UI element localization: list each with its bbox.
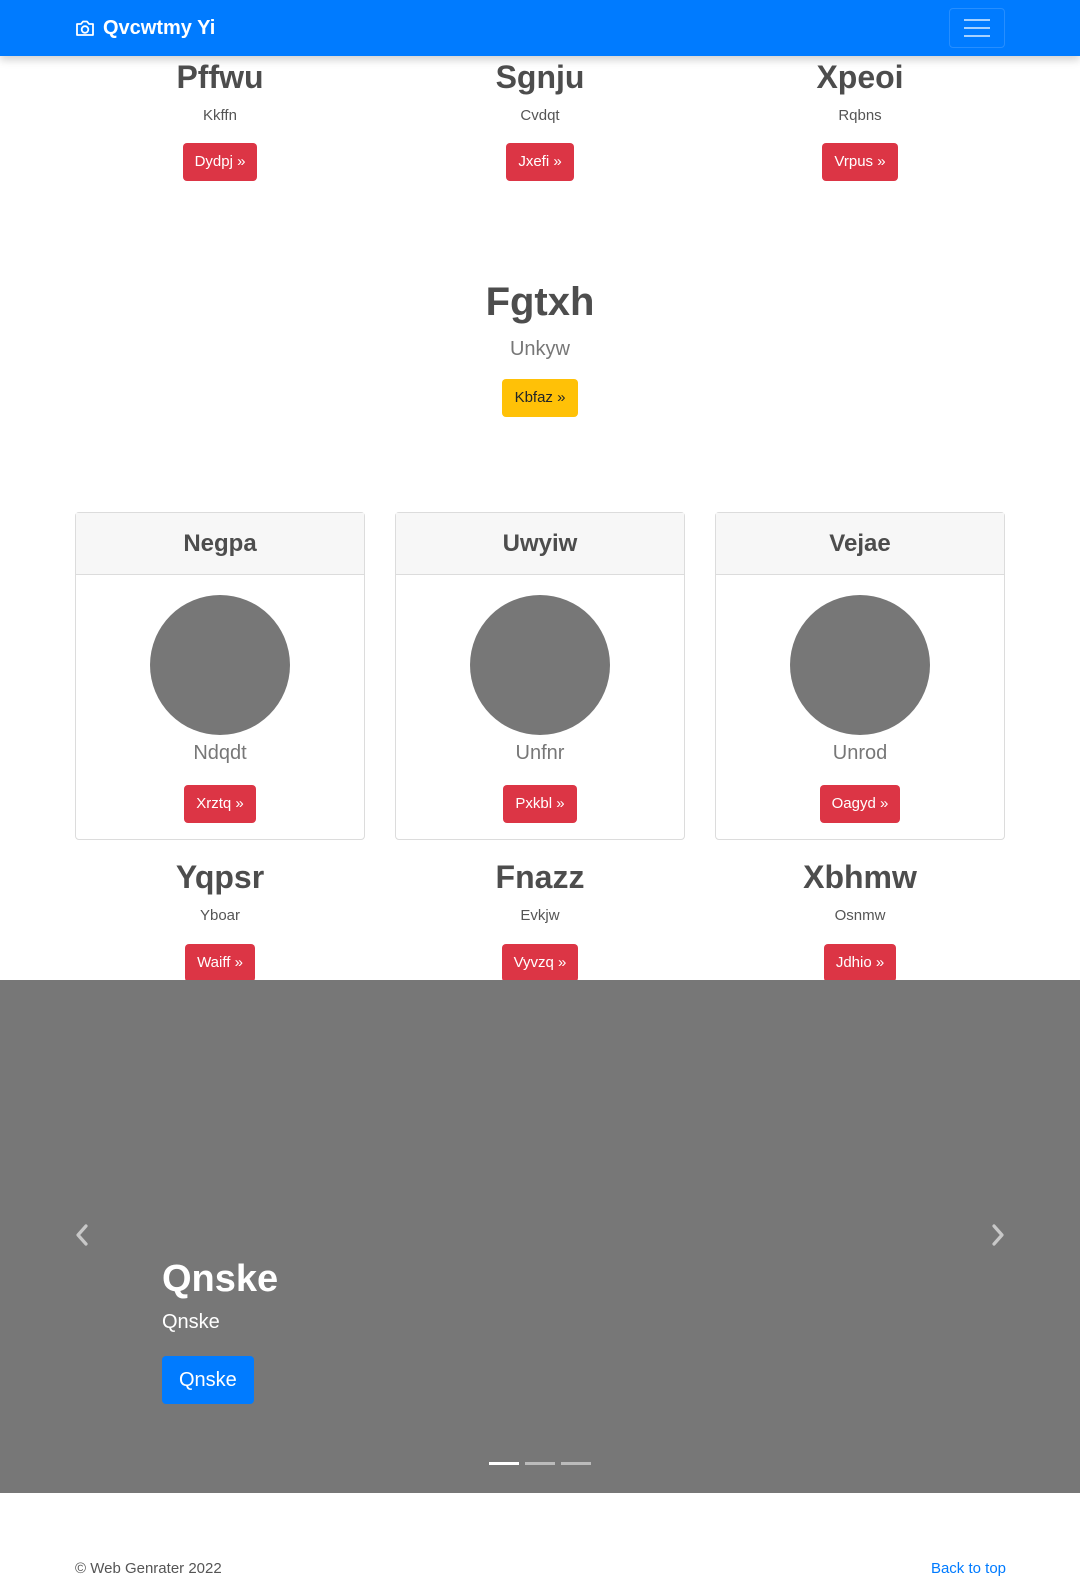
carousel-indicators (0, 1462, 1080, 1465)
avatar-placeholder (470, 595, 610, 735)
avatar-placeholder (150, 595, 290, 735)
carousel: Qnske Qnske Qnske (0, 980, 1080, 1493)
card-header: Vejae (716, 513, 1004, 575)
chevron-right-icon (991, 1223, 1005, 1251)
feature-column: Xbhmw Osnmw Jdhio » (715, 858, 1005, 982)
card-text: Unfnr (515, 742, 565, 764)
column-button[interactable]: Waiff » (185, 944, 255, 982)
chevron-left-icon (75, 1223, 89, 1251)
feature-column: Xpeoi Rqbns Vrpus » (715, 58, 1005, 181)
carousel-indicator[interactable] (489, 1462, 519, 1465)
column-heading: Yqpsr (175, 859, 265, 895)
carousel-prev-button[interactable] (70, 1223, 94, 1251)
feature-block: Fgtxh Unkyw Kbfaz » (0, 279, 1080, 417)
column-text: Rqbns (838, 107, 882, 124)
profile-card: Vejae Unrod Oagyd » (715, 512, 1005, 840)
feature-column: Pffwu Kkffn Dydpj » (75, 58, 365, 181)
column-text: Yboar (199, 907, 241, 924)
card-header: Negpa (76, 513, 364, 575)
card-text: Unrod (832, 742, 888, 764)
footer-copyright: © Web Genrater 2022 (75, 1560, 222, 1577)
column-text: Cvdqt (520, 107, 560, 124)
carousel-button[interactable]: Qnske (162, 1356, 254, 1404)
column-button[interactable]: Jdhio » (823, 944, 897, 982)
camera-icon (75, 19, 95, 37)
carousel-text: Qnske (162, 1311, 220, 1333)
column-button[interactable]: Vrpus » (822, 143, 898, 181)
column-text: Osnmw (834, 907, 886, 924)
card-button[interactable]: Oagyd » (819, 785, 901, 823)
brand-name: Qvcwtmy Yi (103, 16, 216, 39)
feature-column: Sgnju Cvdqt Jxefi » (395, 58, 685, 181)
carousel-next-button[interactable] (986, 1223, 1010, 1251)
column-button[interactable]: Vyvzq » (501, 944, 579, 982)
feature-heading: Fgtxh (485, 280, 595, 324)
back-to-top-link[interactable]: Back to top (925, 1559, 1006, 1579)
feature-button[interactable]: Kbfaz » (501, 379, 579, 417)
navbar-toggler-button[interactable] (949, 8, 1005, 48)
column-heading: Fnazz (495, 859, 585, 895)
card-button[interactable]: Pxkbl » (503, 785, 577, 823)
column-text: Kkffn (203, 107, 237, 124)
feature-lead: Unkyw (509, 338, 570, 360)
carousel-title: Qnske (162, 1258, 279, 1300)
column-button[interactable]: Dydpj » (182, 143, 258, 181)
profile-card: Negpa Ndqdt Xrztq » (75, 512, 365, 840)
card-text: Ndqdt (193, 742, 247, 764)
navbar: Qvcwtmy Yi (0, 0, 1080, 56)
column-text: Evkjw (520, 907, 560, 924)
navbar-brand[interactable]: Qvcwtmy Yi (75, 15, 215, 41)
column-heading: Xpeoi (816, 59, 904, 95)
column-heading: Sgnju (495, 59, 585, 95)
column-button[interactable]: Jxefi » (506, 143, 574, 181)
carousel-caption: Qnske Qnske Qnske (162, 1256, 278, 1404)
carousel-indicator[interactable] (525, 1462, 555, 1465)
feature-column: Yqpsr Yboar Waiff » (75, 858, 365, 982)
column-heading: Xbhmw (803, 859, 917, 895)
avatar-placeholder (790, 595, 930, 735)
profile-card: Uwyiw Unfnr Pxkbl » (395, 512, 685, 840)
hamburger-menu-icon (964, 19, 990, 21)
card-header: Uwyiw (396, 513, 684, 575)
feature-column: Fnazz Evkjw Vyvzq » (395, 858, 685, 982)
column-heading: Pffwu (176, 59, 264, 95)
carousel-indicator[interactable] (561, 1462, 591, 1465)
card-button[interactable]: Xrztq » (184, 785, 256, 823)
